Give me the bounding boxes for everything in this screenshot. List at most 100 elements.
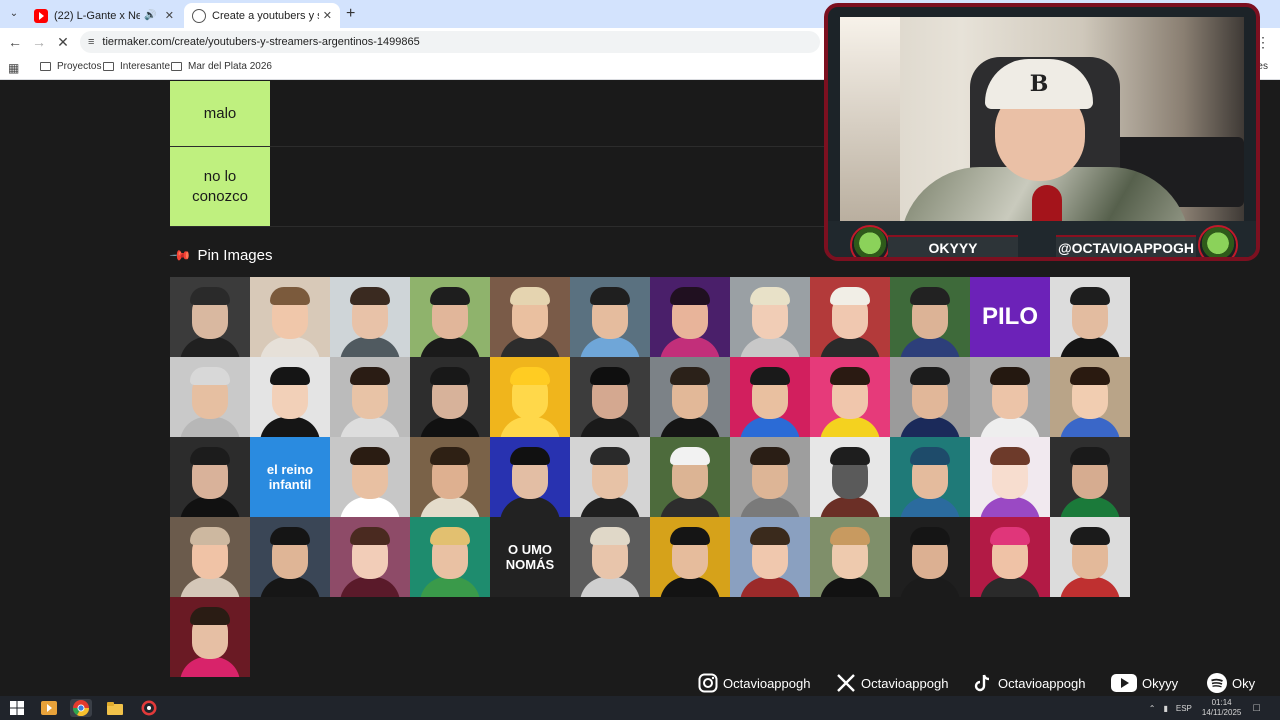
avatar-hair <box>670 447 710 465</box>
windows-start-icon[interactable] <box>6 699 28 717</box>
pin-image-tile[interactable] <box>970 517 1050 597</box>
avatar-hair <box>990 527 1030 545</box>
tab-search-chevron-icon[interactable]: ⌄ <box>6 6 22 22</box>
bookmark-proyectos[interactable]: Proyectos <box>40 61 101 72</box>
tier-label[interactable]: no lo conozco <box>170 147 270 226</box>
avatar-body <box>420 497 480 517</box>
pin-image-tile[interactable] <box>570 517 650 597</box>
pin-image-tile[interactable] <box>810 437 890 517</box>
obs-app-icon[interactable] <box>138 699 160 717</box>
avatar-body <box>740 497 800 517</box>
pin-image-tile[interactable] <box>970 357 1050 437</box>
pin-image-tile[interactable] <box>810 357 890 437</box>
clock[interactable]: 01:14 14/11/2025 <box>1202 698 1241 718</box>
new-tab-icon[interactable]: + <box>346 5 355 23</box>
pin-image-tile[interactable] <box>250 277 330 357</box>
pin-image-tile[interactable] <box>170 597 250 677</box>
pin-image-tile[interactable] <box>410 357 490 437</box>
pin-image-tile[interactable] <box>1050 517 1130 597</box>
pin-image-tile[interactable] <box>170 357 250 437</box>
pin-image-tile[interactable] <box>330 517 410 597</box>
avatar-hair <box>1070 287 1110 305</box>
bookmark-interesante[interactable]: Interesante <box>103 61 170 72</box>
tier-label[interactable]: malo <box>170 81 270 146</box>
forward-arrow-icon[interactable]: → <box>30 34 48 50</box>
pin-image-tile[interactable] <box>570 357 650 437</box>
pin-image-tile[interactable] <box>810 277 890 357</box>
pin-image-tile[interactable] <box>410 517 490 597</box>
pin-image-tile[interactable] <box>570 437 650 517</box>
avatar-hair <box>350 367 390 385</box>
pin-image-tile[interactable] <box>730 357 810 437</box>
pin-image-tile[interactable] <box>650 357 730 437</box>
bookmark-label: Interesante <box>120 61 171 72</box>
pin-image-tile[interactable] <box>250 357 330 437</box>
close-tab-icon[interactable]: ✕ <box>165 9 174 22</box>
pin-image-tile[interactable] <box>730 277 810 357</box>
pin-image-tile[interactable] <box>650 437 730 517</box>
pin-image-tile[interactable] <box>1050 277 1130 357</box>
avatar-body <box>180 417 240 437</box>
pin-image-tile[interactable] <box>650 517 730 597</box>
avatar-hair <box>1070 527 1110 545</box>
site-info-icon[interactable]: ≡ <box>88 36 94 48</box>
avatar-body <box>660 337 720 357</box>
pin-image-tile[interactable] <box>250 517 330 597</box>
pin-image-tile[interactable] <box>330 277 410 357</box>
pin-image-tile[interactable] <box>490 277 570 357</box>
avatar-hair <box>430 527 470 545</box>
pin-image-tile[interactable] <box>490 437 570 517</box>
notifications-icon[interactable]: □ <box>1253 702 1260 714</box>
pin-image-tile[interactable] <box>730 517 810 597</box>
chrome-icon[interactable] <box>70 699 92 717</box>
pin-image-tile[interactable] <box>1050 437 1130 517</box>
avatar-body <box>900 417 960 437</box>
pin-image-tile[interactable] <box>890 437 970 517</box>
tab-youtube[interactable]: (22) L-Gante x Negro Dub x 🔊 ✕ <box>26 3 182 28</box>
pin-image-tile[interactable] <box>730 437 810 517</box>
speaker-icon[interactable]: 🔊 <box>144 10 156 21</box>
pin-image-tile[interactable] <box>890 517 970 597</box>
webcam-feed: B <box>840 17 1244 233</box>
pin-image-tile[interactable] <box>170 437 250 517</box>
pin-image-tile[interactable] <box>970 437 1050 517</box>
language-indicator[interactable]: ESP <box>1176 704 1192 713</box>
pin-image-tile[interactable] <box>170 517 250 597</box>
pin-image-tile[interactable] <box>890 277 970 357</box>
address-bar[interactable]: ≡ tiermaker.com/create/youtubers-y-strea… <box>80 31 820 53</box>
avatar-hair <box>750 367 790 385</box>
avatar-body <box>900 577 960 597</box>
media-player-icon[interactable] <box>38 699 60 717</box>
avatar-hair <box>510 447 550 465</box>
chevron-up-icon[interactable]: ⌃ <box>1149 704 1156 713</box>
pin-image-tile[interactable]: O UMO NOMÁS <box>490 517 570 597</box>
pin-image-tile[interactable] <box>410 277 490 357</box>
bookmark-mar-del-plata[interactable]: Mar del Plata 2026 <box>171 61 272 72</box>
avatar-hair <box>990 447 1030 465</box>
close-tab-icon[interactable]: ✕ <box>323 9 332 22</box>
battery-icon[interactable]: ▮ <box>1163 704 1167 713</box>
pin-image-tile[interactable] <box>410 437 490 517</box>
stop-loading-icon[interactable]: ✕ <box>54 34 72 50</box>
file-explorer-icon[interactable] <box>104 699 126 717</box>
avatar-body <box>660 497 720 517</box>
pin-image-tile[interactable] <box>330 357 410 437</box>
pin-image-tile[interactable] <box>890 357 970 437</box>
avatar-hair <box>670 367 710 385</box>
avatar-body <box>900 497 960 517</box>
pin-image-tile[interactable] <box>490 357 570 437</box>
pin-image-tile[interactable]: PILO <box>970 277 1050 357</box>
pin-image-tile[interactable] <box>810 517 890 597</box>
pin-image-tile[interactable]: el reino infantil <box>250 437 330 517</box>
pin-image-tile[interactable] <box>570 277 650 357</box>
avatar-hair <box>670 287 710 305</box>
avatar-body <box>1060 337 1120 357</box>
pin-image-tile[interactable] <box>330 437 410 517</box>
apps-grid-icon[interactable]: ▦ <box>8 61 19 75</box>
social-tiktok: Octavioappogh <box>972 672 1085 694</box>
back-arrow-icon[interactable]: ← <box>6 34 24 50</box>
pin-image-tile[interactable] <box>1050 357 1130 437</box>
pin-image-tile[interactable] <box>650 277 730 357</box>
pin-image-tile[interactable] <box>170 277 250 357</box>
tab-tiermaker[interactable]: Create a youtubers y streamers ✕ <box>184 3 340 28</box>
